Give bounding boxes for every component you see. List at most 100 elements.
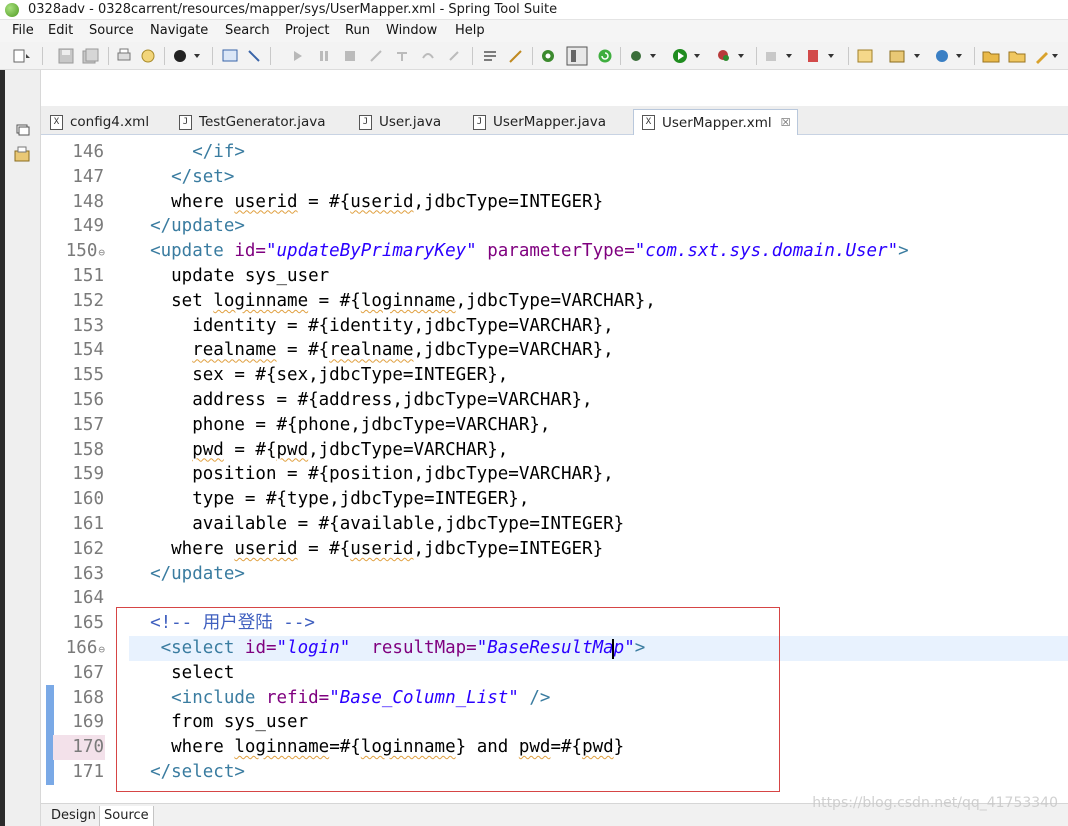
toggle-view-icon[interactable] bbox=[566, 46, 588, 66]
line-number: 170 bbox=[53, 735, 105, 760]
debug-icon[interactable] bbox=[628, 48, 658, 64]
text-cursor bbox=[612, 639, 614, 659]
tab-label: config4.xml bbox=[70, 114, 150, 130]
code-line: where userid = #{userid,jdbcType=INTEGER… bbox=[129, 538, 604, 559]
disconnect-icon[interactable] bbox=[368, 48, 384, 64]
code-line: </update> bbox=[129, 216, 245, 237]
design-tab[interactable]: Design bbox=[47, 806, 100, 826]
menu-navigate[interactable]: Navigate bbox=[150, 23, 208, 38]
format-icon[interactable] bbox=[482, 48, 498, 64]
launch-icon[interactable] bbox=[1034, 48, 1060, 64]
line-number: 156 bbox=[72, 390, 104, 410]
spring-project-icon[interactable] bbox=[856, 48, 878, 64]
code-line: update sys_user bbox=[129, 266, 330, 286]
toolbar-separator bbox=[532, 47, 533, 65]
tab-config4-xml[interactable]: X config4.xml bbox=[50, 109, 149, 135]
code-line: <update id="updateByPrimaryKey" paramete… bbox=[129, 241, 909, 262]
toolbar-separator bbox=[756, 47, 757, 65]
line-number[interactable]: 150⊖ bbox=[53, 239, 105, 264]
menu-source[interactable]: Source bbox=[89, 23, 134, 38]
tab-label: UserMapper.java bbox=[493, 114, 607, 130]
close-tab-icon[interactable]: ☒ bbox=[781, 116, 791, 129]
title-bar: 0328adv - 0328carrent/resources/mapper/s… bbox=[0, 0, 1068, 20]
code-line: type = #{type,jdbcType=INTEGER}, bbox=[129, 489, 530, 510]
xml-file-icon: X bbox=[642, 115, 655, 130]
line-number: 169 bbox=[72, 712, 104, 733]
code-line: </if> bbox=[129, 142, 245, 162]
tab-usermapper-java[interactable]: J UserMapper.java bbox=[473, 109, 606, 135]
package-explorer-icon[interactable] bbox=[13, 146, 31, 162]
open-file-icon[interactable] bbox=[1008, 48, 1026, 64]
source-tab[interactable]: Source bbox=[99, 806, 154, 826]
java-file-icon: J bbox=[179, 114, 192, 130]
console-icon[interactable] bbox=[222, 48, 238, 64]
window-title: 0328adv - 0328carrent/resources/mapper/s… bbox=[28, 2, 558, 17]
terminate-icon[interactable] bbox=[342, 48, 358, 64]
menu-search[interactable]: Search bbox=[225, 23, 270, 38]
menu-file[interactable]: File bbox=[12, 23, 34, 38]
line-number: 158 bbox=[72, 439, 104, 460]
menu-help[interactable]: Help bbox=[455, 23, 485, 38]
toolbar-separator bbox=[974, 47, 975, 65]
step-over-icon[interactable] bbox=[420, 48, 436, 64]
main-toolbar bbox=[0, 42, 1068, 70]
suspend-icon[interactable] bbox=[316, 48, 332, 64]
toolbar-separator bbox=[472, 47, 473, 65]
print-icon[interactable] bbox=[116, 48, 132, 64]
line-number: 154 bbox=[72, 340, 104, 361]
stop-server-icon[interactable] bbox=[764, 48, 794, 64]
run-external-icon[interactable] bbox=[716, 48, 746, 64]
toolbar-separator bbox=[108, 47, 109, 65]
skip-breakpoints-icon[interactable] bbox=[246, 48, 262, 64]
line-number: 168 bbox=[72, 687, 104, 708]
line-number: 159 bbox=[72, 464, 104, 485]
line-number[interactable]: 166⊖ bbox=[53, 636, 105, 661]
wand-icon[interactable] bbox=[508, 48, 524, 64]
code-line: where userid = #{userid,jdbcType=INTEGER… bbox=[129, 191, 604, 212]
menu-edit[interactable]: Edit bbox=[48, 23, 73, 38]
line-number: 152 bbox=[72, 290, 104, 311]
refresh-icon[interactable] bbox=[596, 48, 614, 64]
save-icon[interactable] bbox=[58, 48, 74, 64]
step-return-icon[interactable] bbox=[446, 48, 462, 64]
line-number: 161 bbox=[72, 514, 104, 534]
line-number: 160 bbox=[72, 489, 104, 510]
new-java-project-icon[interactable] bbox=[888, 48, 922, 64]
profile-icon[interactable] bbox=[172, 48, 202, 64]
spring-boot-icon[interactable] bbox=[540, 48, 556, 64]
line-number: 165 bbox=[72, 613, 104, 634]
line-number: 157 bbox=[72, 414, 104, 435]
open-folder-icon[interactable] bbox=[982, 48, 1000, 64]
code-line: realname = #{realname,jdbcType=VARCHAR}, bbox=[192, 340, 614, 361]
step-into-icon[interactable] bbox=[394, 48, 410, 64]
tab-label: UserMapper.xml bbox=[662, 114, 772, 131]
toolbar-separator bbox=[848, 47, 849, 65]
menu-window[interactable]: Window bbox=[386, 23, 437, 38]
line-number: 146 bbox=[72, 142, 104, 162]
xml-file-icon: X bbox=[50, 114, 63, 130]
code-line: identity = #{identity,jdbcType=VARCHAR}, bbox=[129, 315, 614, 336]
line-number: 171 bbox=[72, 762, 104, 782]
toolbar-separator bbox=[212, 47, 213, 65]
tab-usermapper-xml[interactable]: X UserMapper.xml ☒ bbox=[633, 109, 798, 135]
code-line: phone = #{phone,jdbcType=VARCHAR}, bbox=[129, 414, 551, 435]
spring-app-icon bbox=[5, 3, 19, 17]
menu-run[interactable]: Run bbox=[345, 23, 370, 38]
watermark: https://blog.csdn.net/qq_41753340 bbox=[812, 795, 1058, 811]
tab-testgenerator-java[interactable]: J TestGenerator.java bbox=[179, 109, 325, 135]
server-icon[interactable] bbox=[806, 48, 836, 64]
new-icon[interactable] bbox=[12, 48, 34, 64]
fold-toggle-icon: ⊖ bbox=[98, 643, 105, 656]
line-number: 167 bbox=[72, 662, 104, 683]
tab-user-java[interactable]: J User.java bbox=[359, 109, 441, 135]
run-icon[interactable] bbox=[672, 48, 702, 64]
left-trim-panel bbox=[5, 70, 41, 826]
menu-project[interactable]: Project bbox=[285, 23, 329, 38]
resume-icon[interactable] bbox=[290, 48, 306, 64]
code-line: </update> bbox=[129, 563, 245, 584]
open-type-icon[interactable] bbox=[140, 48, 156, 64]
line-number: 163 bbox=[72, 563, 104, 584]
save-all-icon[interactable] bbox=[82, 48, 100, 64]
new-class-icon[interactable] bbox=[934, 48, 964, 64]
restore-icon[interactable] bbox=[13, 122, 31, 138]
